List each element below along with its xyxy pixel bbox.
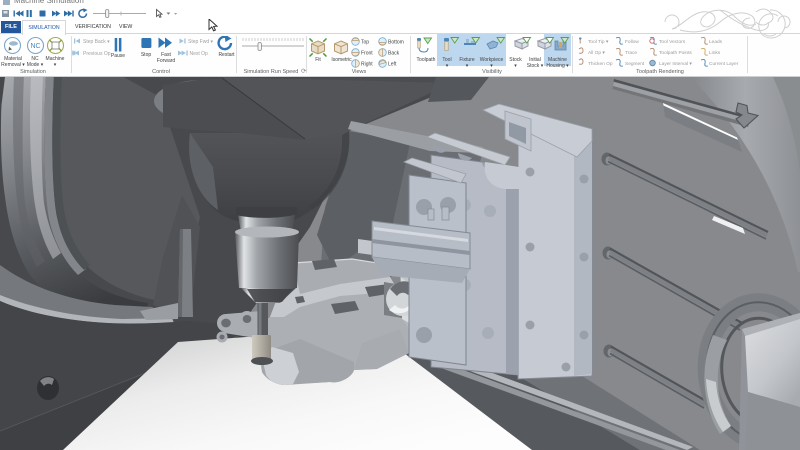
svg-text:Right: Right <box>361 62 373 68</box>
svg-text:Current Layer: Current Layer <box>709 61 739 67</box>
svg-text:Top: Top <box>361 40 369 46</box>
svg-text:Bottom: Bottom <box>388 40 404 46</box>
svg-text:Trace: Trace <box>625 50 637 56</box>
svg-text:Follow: Follow <box>625 39 639 45</box>
svg-text:Toolpath Points: Toolpath Points <box>659 50 692 56</box>
svg-text:Back: Back <box>388 51 400 57</box>
svg-text:Segment: Segment <box>625 61 645 67</box>
svg-text:Layer Interval ▾: Layer Interval ▾ <box>659 61 692 67</box>
svg-text:NC: NC <box>30 43 40 50</box>
svg-text:Left: Left <box>388 62 397 68</box>
svg-text:All Op ▾: All Op ▾ <box>588 50 605 56</box>
svg-text:Step Back ▾: Step Back ▾ <box>83 39 110 45</box>
svg-text:Next Op: Next Op <box>190 51 209 57</box>
svg-text:Thicken Op: Thicken Op <box>588 61 613 67</box>
svg-text:Step Fwd ▾: Step Fwd ▾ <box>188 39 214 45</box>
svg-text:Front: Front <box>361 51 373 57</box>
svg-text:Tool Tip ▾: Tool Tip ▾ <box>588 39 609 45</box>
svg-text:Links: Links <box>709 50 721 56</box>
